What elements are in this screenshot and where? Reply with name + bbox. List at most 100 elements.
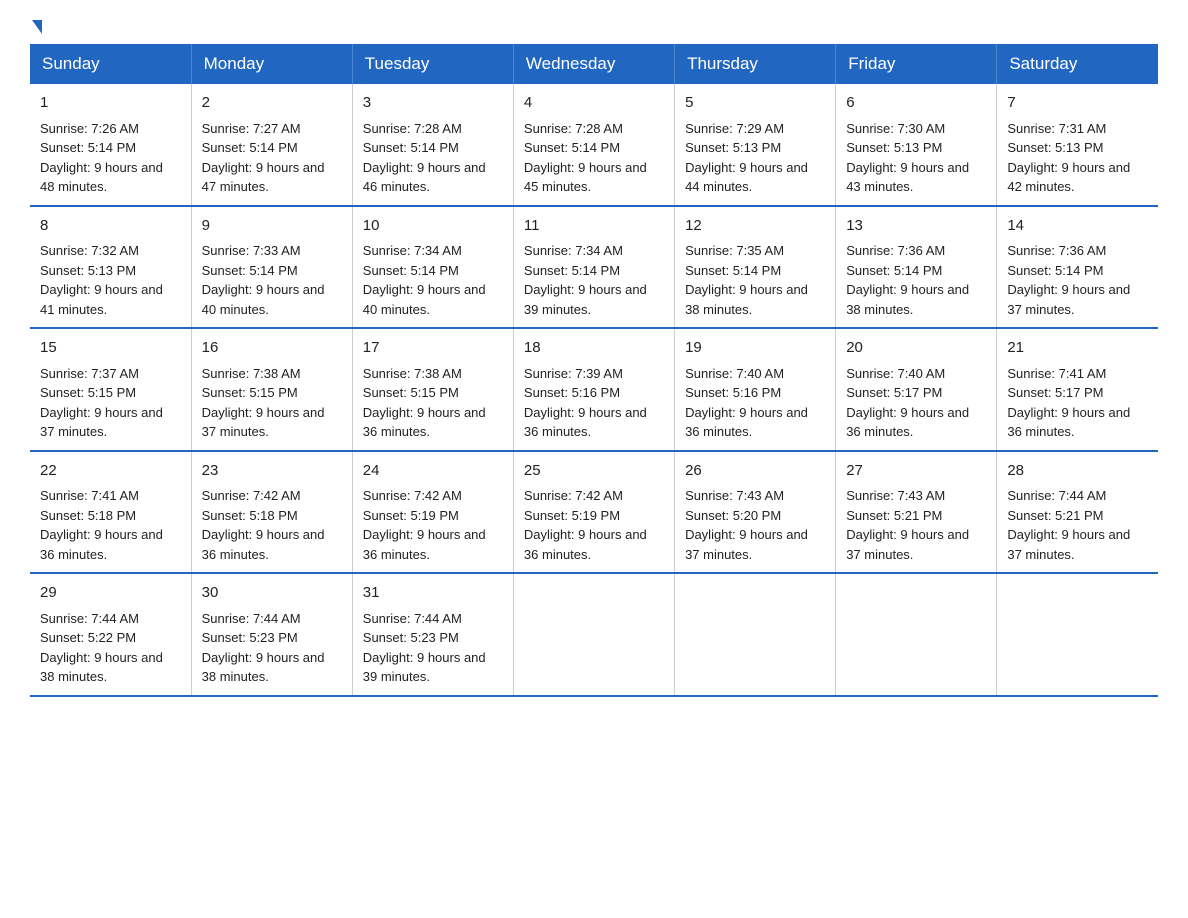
sunset-info: Sunset: 5:21 PM bbox=[1007, 506, 1148, 526]
sunset-info: Sunset: 5:15 PM bbox=[202, 383, 342, 403]
calendar-cell: 14 Sunrise: 7:36 AM Sunset: 5:14 PM Dayl… bbox=[997, 206, 1158, 329]
calendar-header: SundayMondayTuesdayWednesdayThursdayFrid… bbox=[30, 44, 1158, 84]
day-number: 27 bbox=[846, 460, 986, 483]
sunrise-info: Sunrise: 7:41 AM bbox=[40, 486, 181, 506]
daylight-info: Daylight: 9 hours and 40 minutes. bbox=[363, 280, 503, 319]
day-number: 11 bbox=[524, 215, 664, 238]
sunset-info: Sunset: 5:14 PM bbox=[1007, 261, 1148, 281]
calendar-cell: 29 Sunrise: 7:44 AM Sunset: 5:22 PM Dayl… bbox=[30, 573, 191, 696]
daylight-info: Daylight: 9 hours and 36 minutes. bbox=[685, 403, 825, 442]
sunrise-info: Sunrise: 7:33 AM bbox=[202, 241, 342, 261]
calendar-cell bbox=[513, 573, 674, 696]
calendar-cell: 23 Sunrise: 7:42 AM Sunset: 5:18 PM Dayl… bbox=[191, 451, 352, 574]
calendar-cell: 15 Sunrise: 7:37 AM Sunset: 5:15 PM Dayl… bbox=[30, 328, 191, 451]
day-of-week-sunday: Sunday bbox=[30, 44, 191, 84]
sunrise-info: Sunrise: 7:39 AM bbox=[524, 364, 664, 384]
sunrise-info: Sunrise: 7:34 AM bbox=[524, 241, 664, 261]
sunrise-info: Sunrise: 7:27 AM bbox=[202, 119, 342, 139]
day-number: 31 bbox=[363, 582, 503, 605]
calendar-cell: 11 Sunrise: 7:34 AM Sunset: 5:14 PM Dayl… bbox=[513, 206, 674, 329]
week-row-5: 29 Sunrise: 7:44 AM Sunset: 5:22 PM Dayl… bbox=[30, 573, 1158, 696]
sunset-info: Sunset: 5:23 PM bbox=[202, 628, 342, 648]
sunrise-info: Sunrise: 7:36 AM bbox=[1007, 241, 1148, 261]
page-header bbox=[30, 20, 1158, 34]
day-number: 8 bbox=[40, 215, 181, 238]
daylight-info: Daylight: 9 hours and 38 minutes. bbox=[202, 648, 342, 687]
logo-triangle-icon bbox=[32, 20, 42, 34]
calendar-cell: 4 Sunrise: 7:28 AM Sunset: 5:14 PM Dayli… bbox=[513, 84, 674, 206]
week-row-1: 1 Sunrise: 7:26 AM Sunset: 5:14 PM Dayli… bbox=[30, 84, 1158, 206]
daylight-info: Daylight: 9 hours and 47 minutes. bbox=[202, 158, 342, 197]
day-number: 6 bbox=[846, 92, 986, 115]
calendar-cell bbox=[836, 573, 997, 696]
calendar-cell: 25 Sunrise: 7:42 AM Sunset: 5:19 PM Dayl… bbox=[513, 451, 674, 574]
sunrise-info: Sunrise: 7:36 AM bbox=[846, 241, 986, 261]
calendar-cell bbox=[997, 573, 1158, 696]
daylight-info: Daylight: 9 hours and 38 minutes. bbox=[40, 648, 181, 687]
day-number: 19 bbox=[685, 337, 825, 360]
calendar-cell: 21 Sunrise: 7:41 AM Sunset: 5:17 PM Dayl… bbox=[997, 328, 1158, 451]
day-of-week-wednesday: Wednesday bbox=[513, 44, 674, 84]
days-of-week-row: SundayMondayTuesdayWednesdayThursdayFrid… bbox=[30, 44, 1158, 84]
calendar-cell: 19 Sunrise: 7:40 AM Sunset: 5:16 PM Dayl… bbox=[675, 328, 836, 451]
sunrise-info: Sunrise: 7:28 AM bbox=[524, 119, 664, 139]
daylight-info: Daylight: 9 hours and 45 minutes. bbox=[524, 158, 664, 197]
day-number: 17 bbox=[363, 337, 503, 360]
week-row-3: 15 Sunrise: 7:37 AM Sunset: 5:15 PM Dayl… bbox=[30, 328, 1158, 451]
calendar-cell: 20 Sunrise: 7:40 AM Sunset: 5:17 PM Dayl… bbox=[836, 328, 997, 451]
sunset-info: Sunset: 5:19 PM bbox=[363, 506, 503, 526]
day-number: 15 bbox=[40, 337, 181, 360]
sunset-info: Sunset: 5:18 PM bbox=[202, 506, 342, 526]
sunrise-info: Sunrise: 7:37 AM bbox=[40, 364, 181, 384]
calendar-cell: 8 Sunrise: 7:32 AM Sunset: 5:13 PM Dayli… bbox=[30, 206, 191, 329]
sunrise-info: Sunrise: 7:42 AM bbox=[363, 486, 503, 506]
sunset-info: Sunset: 5:13 PM bbox=[1007, 138, 1148, 158]
sunset-info: Sunset: 5:21 PM bbox=[846, 506, 986, 526]
sunrise-info: Sunrise: 7:28 AM bbox=[363, 119, 503, 139]
sunset-info: Sunset: 5:13 PM bbox=[846, 138, 986, 158]
day-number: 1 bbox=[40, 92, 181, 115]
day-number: 5 bbox=[685, 92, 825, 115]
sunrise-info: Sunrise: 7:38 AM bbox=[202, 364, 342, 384]
day-number: 25 bbox=[524, 460, 664, 483]
day-of-week-thursday: Thursday bbox=[675, 44, 836, 84]
sunset-info: Sunset: 5:14 PM bbox=[40, 138, 181, 158]
daylight-info: Daylight: 9 hours and 37 minutes. bbox=[1007, 525, 1148, 564]
daylight-info: Daylight: 9 hours and 36 minutes. bbox=[202, 525, 342, 564]
sunrise-info: Sunrise: 7:34 AM bbox=[363, 241, 503, 261]
sunrise-info: Sunrise: 7:42 AM bbox=[202, 486, 342, 506]
calendar-cell: 6 Sunrise: 7:30 AM Sunset: 5:13 PM Dayli… bbox=[836, 84, 997, 206]
sunset-info: Sunset: 5:15 PM bbox=[363, 383, 503, 403]
calendar-cell: 12 Sunrise: 7:35 AM Sunset: 5:14 PM Dayl… bbox=[675, 206, 836, 329]
calendar-cell bbox=[675, 573, 836, 696]
daylight-info: Daylight: 9 hours and 36 minutes. bbox=[363, 525, 503, 564]
daylight-info: Daylight: 9 hours and 40 minutes. bbox=[202, 280, 342, 319]
sunrise-info: Sunrise: 7:44 AM bbox=[202, 609, 342, 629]
daylight-info: Daylight: 9 hours and 48 minutes. bbox=[40, 158, 181, 197]
sunrise-info: Sunrise: 7:30 AM bbox=[846, 119, 986, 139]
sunrise-info: Sunrise: 7:42 AM bbox=[524, 486, 664, 506]
sunrise-info: Sunrise: 7:43 AM bbox=[846, 486, 986, 506]
sunset-info: Sunset: 5:14 PM bbox=[524, 261, 664, 281]
calendar-cell: 5 Sunrise: 7:29 AM Sunset: 5:13 PM Dayli… bbox=[675, 84, 836, 206]
daylight-info: Daylight: 9 hours and 41 minutes. bbox=[40, 280, 181, 319]
daylight-info: Daylight: 9 hours and 39 minutes. bbox=[363, 648, 503, 687]
day-number: 30 bbox=[202, 582, 342, 605]
sunset-info: Sunset: 5:19 PM bbox=[524, 506, 664, 526]
calendar-cell: 28 Sunrise: 7:44 AM Sunset: 5:21 PM Dayl… bbox=[997, 451, 1158, 574]
sunset-info: Sunset: 5:14 PM bbox=[202, 138, 342, 158]
calendar-cell: 13 Sunrise: 7:36 AM Sunset: 5:14 PM Dayl… bbox=[836, 206, 997, 329]
sunrise-info: Sunrise: 7:31 AM bbox=[1007, 119, 1148, 139]
day-number: 9 bbox=[202, 215, 342, 238]
sunrise-info: Sunrise: 7:38 AM bbox=[363, 364, 503, 384]
sunset-info: Sunset: 5:14 PM bbox=[202, 261, 342, 281]
day-number: 23 bbox=[202, 460, 342, 483]
sunset-info: Sunset: 5:13 PM bbox=[685, 138, 825, 158]
sunset-info: Sunset: 5:20 PM bbox=[685, 506, 825, 526]
daylight-info: Daylight: 9 hours and 37 minutes. bbox=[40, 403, 181, 442]
sunset-info: Sunset: 5:23 PM bbox=[363, 628, 503, 648]
day-number: 29 bbox=[40, 582, 181, 605]
daylight-info: Daylight: 9 hours and 43 minutes. bbox=[846, 158, 986, 197]
sunset-info: Sunset: 5:16 PM bbox=[524, 383, 664, 403]
day-of-week-monday: Monday bbox=[191, 44, 352, 84]
